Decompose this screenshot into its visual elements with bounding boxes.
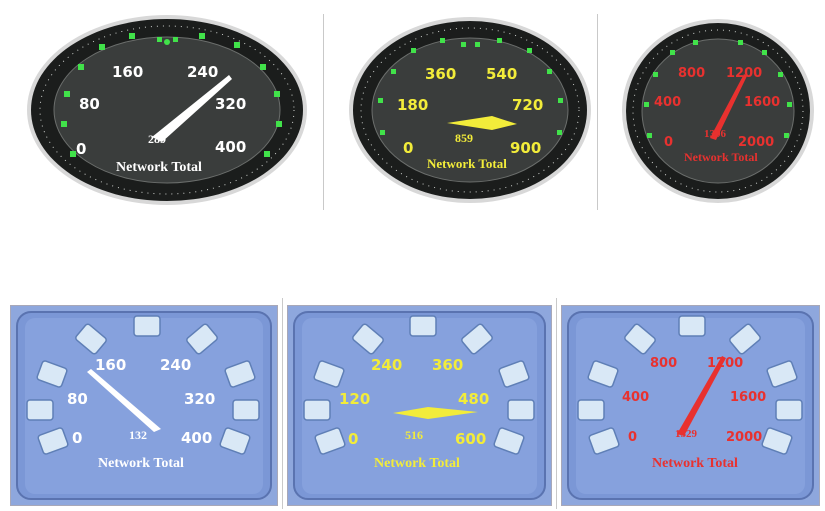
scale-label: 1200 bbox=[726, 66, 763, 81]
scale-label: 600 bbox=[455, 430, 487, 448]
scale-label: 160 bbox=[112, 63, 144, 81]
gauge-network-total-3: 0 400 800 1200 1600 2000 1306 Network To… bbox=[620, 16, 816, 206]
gauge-value: 132 bbox=[129, 428, 147, 442]
scale-label: 360 bbox=[432, 356, 464, 374]
scale-label: 400 bbox=[181, 429, 213, 447]
scale-label: 2000 bbox=[726, 430, 763, 445]
scale-label: 120 bbox=[339, 390, 371, 408]
gauge-title: Network Total bbox=[98, 456, 184, 471]
scale-label: 480 bbox=[458, 390, 490, 408]
gauge-panel-2: 0 120 240 360 480 600 516 Network Total bbox=[287, 305, 552, 506]
scale-label: 800 bbox=[678, 66, 706, 81]
scale-label: 320 bbox=[215, 95, 247, 113]
gauge-dial bbox=[349, 17, 591, 203]
gauge-value: 1306 bbox=[704, 128, 726, 140]
scale-label: 160 bbox=[95, 356, 127, 374]
scale-label: 400 bbox=[622, 390, 650, 405]
gauge-title: Network Total bbox=[116, 160, 202, 175]
scale-label: 400 bbox=[215, 138, 247, 156]
scale-label: 400 bbox=[654, 95, 682, 110]
gauge-value: 516 bbox=[405, 428, 423, 442]
scale-label: 1600 bbox=[744, 95, 781, 110]
scale-label: 720 bbox=[512, 96, 544, 114]
scale-label: 0 bbox=[348, 430, 359, 448]
gauge-dial bbox=[567, 311, 814, 500]
gauge-dial bbox=[622, 19, 814, 203]
divider bbox=[323, 14, 324, 210]
scale-label: 240 bbox=[187, 63, 219, 81]
scale-label: 80 bbox=[67, 390, 88, 408]
scale-label: 240 bbox=[160, 356, 192, 374]
scale-label: 360 bbox=[425, 65, 457, 83]
scale-label: 0 bbox=[403, 139, 414, 157]
scale-label: 1200 bbox=[707, 356, 744, 371]
scale-label: 80 bbox=[79, 95, 100, 113]
gauge-dial bbox=[16, 311, 272, 500]
gauge-panel-1: 0 80 160 240 320 400 132 Network Total bbox=[10, 305, 278, 506]
scale-label: 1600 bbox=[730, 390, 767, 405]
gauge-dial bbox=[27, 15, 307, 205]
gauge-title: Network Total bbox=[652, 456, 738, 471]
scale-label: 2000 bbox=[738, 135, 775, 150]
gauge-dial bbox=[293, 311, 546, 500]
scale-label: 540 bbox=[486, 65, 518, 83]
scale-label: 180 bbox=[397, 96, 429, 114]
gauge-value: 1329 bbox=[675, 428, 697, 440]
scale-label: 240 bbox=[371, 356, 403, 374]
scale-label: 0 bbox=[628, 430, 638, 445]
gauge-title: Network Total bbox=[427, 156, 507, 171]
divider bbox=[597, 14, 598, 210]
gauge-title: Network Total bbox=[374, 456, 460, 471]
divider bbox=[556, 298, 557, 509]
scale-label: 0 bbox=[76, 140, 87, 158]
gauge-panel-3: 0 400 800 1200 1600 2000 1329 Network To… bbox=[561, 305, 820, 506]
scale-label: 0 bbox=[72, 429, 83, 447]
scale-label: 900 bbox=[510, 139, 542, 157]
gauge-network-total-2: 0 180 360 540 720 900 859 Network Total bbox=[347, 14, 593, 206]
scale-label: 800 bbox=[650, 356, 678, 371]
gauge-title: Network Total bbox=[684, 150, 758, 164]
scale-label: 320 bbox=[184, 390, 216, 408]
gauge-value: 289 bbox=[148, 132, 166, 146]
scale-label: 0 bbox=[664, 135, 674, 150]
gauge-value: 859 bbox=[455, 131, 473, 145]
divider bbox=[282, 298, 283, 509]
gauge-network-total-1: 0 80 160 240 320 400 289 Network Total bbox=[24, 12, 310, 208]
